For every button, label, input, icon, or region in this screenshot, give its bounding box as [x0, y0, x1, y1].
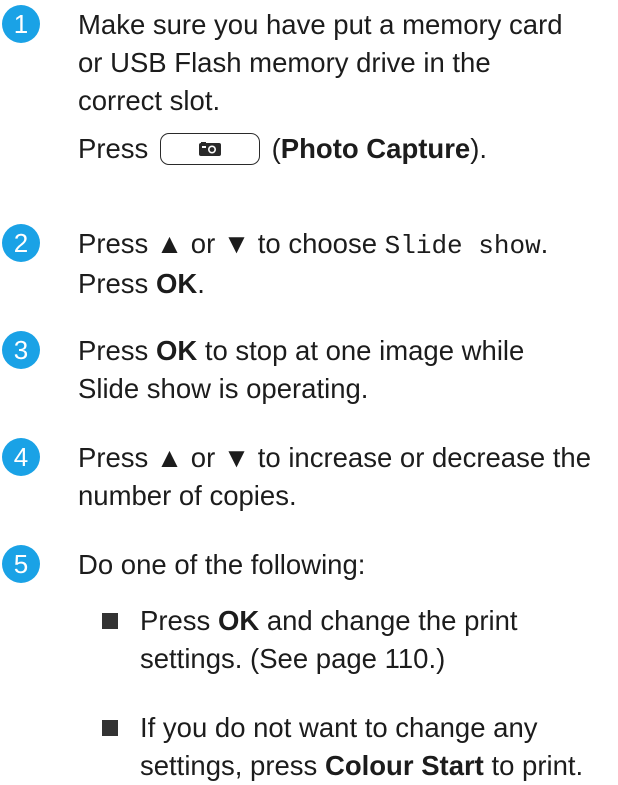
slide-show-option: Slide show	[384, 231, 541, 261]
step-1-line-2: or USB Flash memory drive in the	[78, 47, 491, 78]
colour-start-key-label: Colour Start	[324, 750, 484, 781]
press-text: Press	[78, 133, 149, 164]
step-5-text: Do one of the following:	[78, 549, 366, 580]
press-after: ).	[470, 133, 488, 164]
bullet-item-2-text: If you do not want to change any setting…	[140, 709, 583, 785]
step-2-text-c: Press	[78, 268, 156, 299]
step-2-text-d: .	[197, 268, 205, 299]
bullet-2-text-a: settings, press	[140, 750, 325, 781]
step-2-text-a: Press ▲ or ▼ to choose	[78, 228, 385, 259]
step-number-2: 2	[2, 224, 40, 262]
step-2-text-b: .	[540, 228, 549, 259]
step-1-line-3: correct slot.	[78, 85, 221, 116]
step-2-line-2: Press OK.	[78, 265, 618, 303]
step-3-text: Press OK to stop at one image while Slid…	[78, 332, 618, 408]
step-number-1: 1	[2, 5, 40, 43]
photo-capture-label: Photo Capture	[280, 133, 471, 164]
step-number-4: 4	[2, 438, 40, 476]
step-1-line-1: Make sure you have put a memory card	[78, 9, 563, 40]
camera-icon	[198, 141, 221, 156]
ok-key-label: OK	[155, 268, 198, 299]
step-3-text-a: Press	[78, 335, 156, 366]
ok-key-label: OK	[217, 605, 260, 636]
step-1-text: Make sure you have put a memory card or …	[78, 6, 618, 169]
bullet-2-text-b: to print.	[483, 750, 584, 781]
step-2-line-1: Press ▲ or ▼ to choose Slide show.	[78, 225, 618, 265]
instruction-page: 1 Make sure you have put a memory card o…	[0, 0, 618, 781]
bullet-1-line-1: Press OK and change the print	[140, 602, 518, 640]
step-4-text: Press ▲ or ▼ to increase or decrease the…	[78, 439, 618, 515]
bullet-2-line-2: settings, press Colour Start to print.	[140, 747, 583, 785]
step-4-line-2: number of copies.	[78, 480, 297, 511]
step-number-5: 5	[2, 545, 40, 583]
step-4-line-1: Press ▲ or ▼ to increase or decrease the	[78, 442, 591, 473]
bullet-1-text-a: Press	[140, 605, 218, 636]
ok-key-label: OK	[155, 335, 198, 366]
bullet-1-text-b: and change the print	[259, 605, 518, 636]
step-3-text-b: to stop at one image while	[197, 335, 525, 366]
step-3-line-1: Press OK to stop at one image while	[78, 332, 618, 370]
step-1-press-line: Press (Photo Capture).	[78, 132, 488, 165]
square-bullet-icon	[102, 720, 118, 736]
bullet-item-1-text: Press OK and change the print settings. …	[140, 602, 518, 678]
bullet-1-line-2: settings. (See page 110.)	[140, 643, 446, 674]
square-bullet-icon	[102, 613, 118, 629]
step-3-line-2: Slide show is operating.	[78, 373, 369, 404]
photo-capture-button[interactable]	[159, 132, 260, 165]
step-2-text: Press ▲ or ▼ to choose Slide show. Press…	[78, 225, 618, 303]
step-number-3: 3	[2, 331, 40, 369]
bullet-2-line-1: If you do not want to change any	[140, 712, 538, 743]
